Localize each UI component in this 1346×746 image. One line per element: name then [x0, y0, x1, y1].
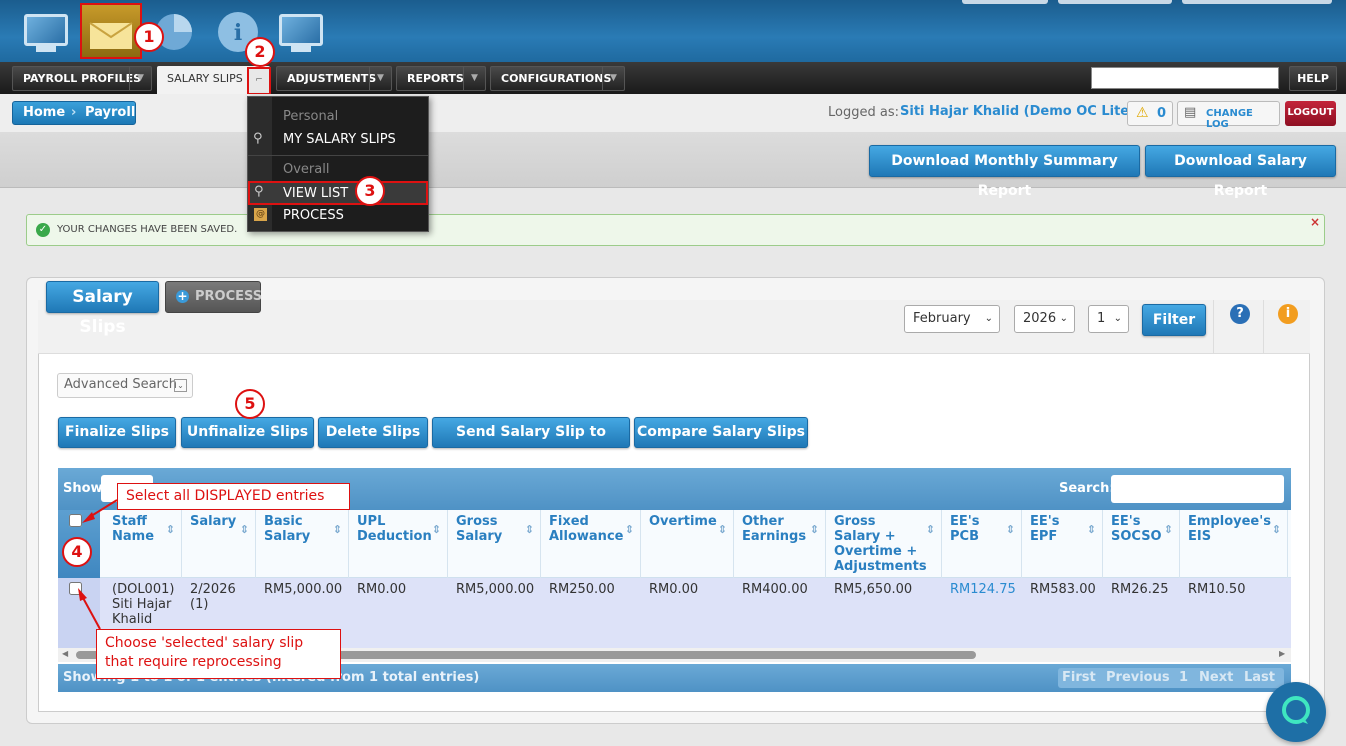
- annotation-arrows: [78, 499, 118, 630]
- chat-button[interactable]: [1266, 682, 1326, 742]
- chat-icon: [1282, 696, 1310, 724]
